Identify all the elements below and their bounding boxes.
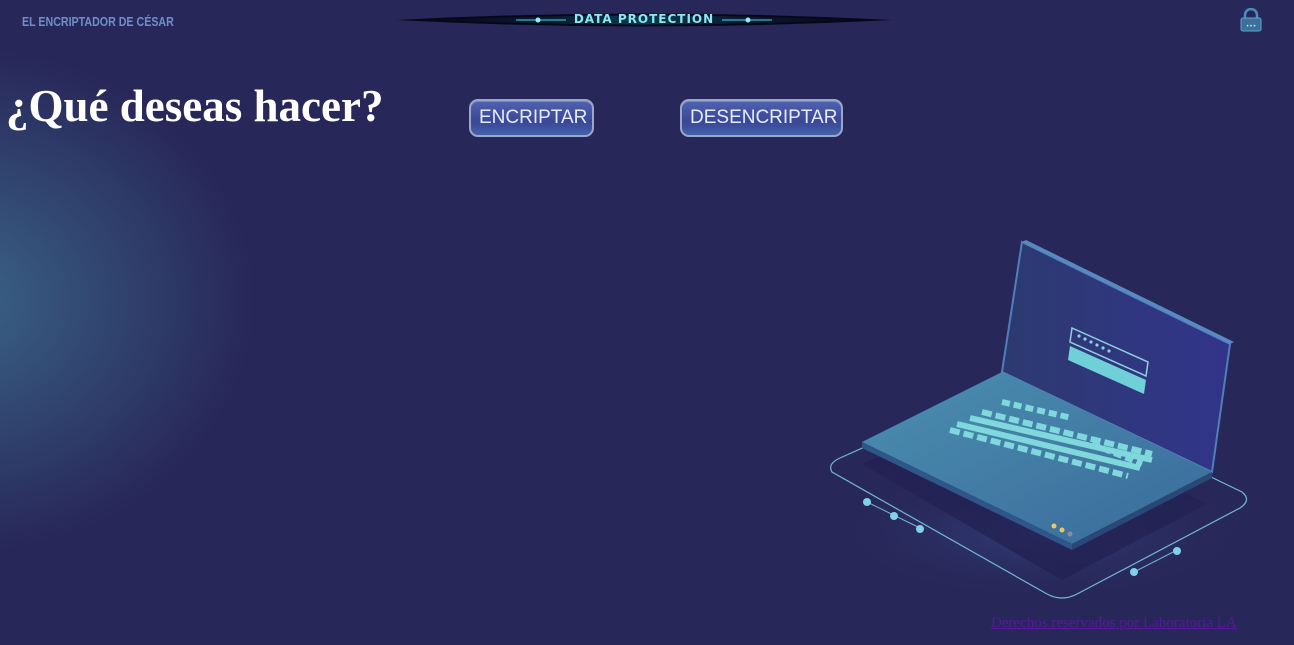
page-title: ¿Qué deseas hacer?	[6, 81, 384, 131]
brand-title: EL ENCRIPTADOR DE CÉSAR	[22, 14, 174, 29]
footer-copyright-link[interactable]: Derechos reservados por Laboratoria LA	[991, 615, 1237, 632]
data-protection-banner: DATA PROTECTION	[396, 9, 892, 31]
svg-text:•••: •••	[1246, 23, 1257, 30]
encrypt-button[interactable]: ENCRIPTAR	[469, 99, 594, 137]
banner-text: DATA PROTECTION	[573, 12, 715, 26]
lock-icon: •••	[1238, 7, 1264, 32]
decrypt-button[interactable]: DESENCRIPTAR	[680, 99, 843, 137]
laptop-illustration	[822, 232, 1262, 612]
